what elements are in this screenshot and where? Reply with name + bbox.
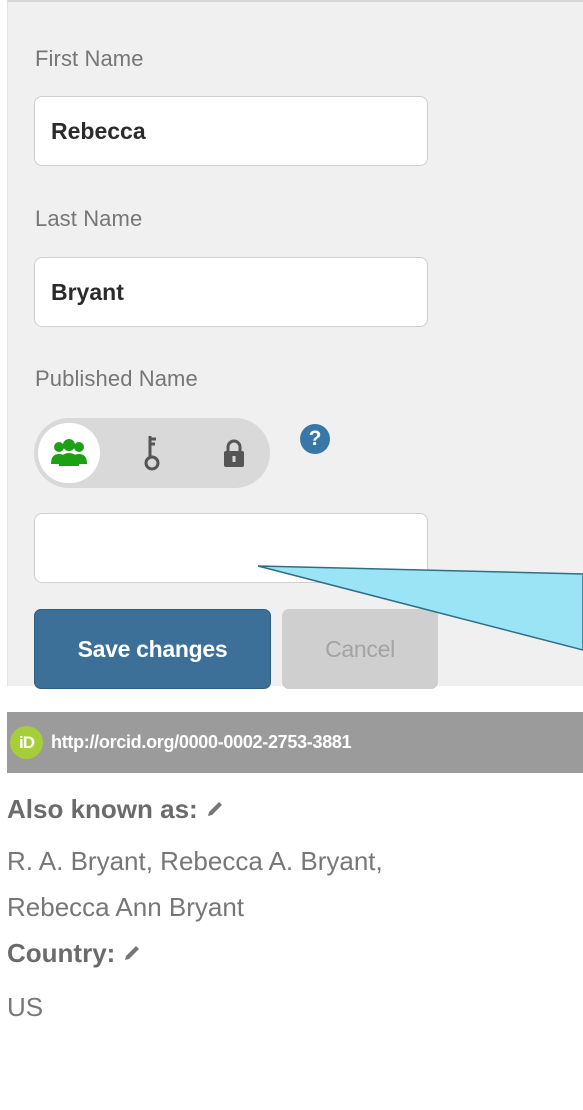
country-heading: Country: bbox=[7, 938, 141, 969]
last-name-input[interactable] bbox=[34, 257, 428, 327]
last-name-label: Last Name bbox=[35, 206, 143, 231]
orcid-id-bar: iD http://orcid.org/0000-0002-2753-3881 bbox=[7, 712, 583, 773]
everyone-icon bbox=[51, 439, 87, 466]
privacy-everyone-option[interactable] bbox=[34, 418, 104, 488]
also-known-as-heading: Also known as: bbox=[7, 794, 224, 825]
key-icon bbox=[144, 436, 160, 471]
orcid-url-link[interactable]: http://orcid.org/0000-0002-2753-3881 bbox=[51, 732, 352, 753]
also-known-as-line-1: R. A. Bryant, Rebecca A. Bryant, bbox=[7, 846, 383, 876]
save-changes-button[interactable]: Save changes bbox=[34, 609, 271, 689]
published-name-label: Published Name bbox=[35, 366, 198, 391]
orcid-logo: iD bbox=[10, 726, 43, 759]
also-known-as-line-2: Rebecca Ann Bryant bbox=[7, 892, 245, 922]
first-name-input[interactable] bbox=[34, 96, 428, 166]
cancel-button[interactable]: Cancel bbox=[282, 609, 438, 689]
country-label: Country: bbox=[7, 938, 116, 968]
also-known-as-label: Also known as: bbox=[7, 794, 198, 824]
published-name-input[interactable] bbox=[34, 513, 428, 583]
country-value: US bbox=[7, 992, 44, 1022]
privacy-private-option[interactable] bbox=[199, 418, 269, 488]
privacy-selector bbox=[34, 418, 270, 488]
lock-icon bbox=[224, 439, 244, 467]
edit-pencil-icon[interactable] bbox=[206, 794, 224, 825]
first-name-label: First Name bbox=[35, 46, 144, 71]
privacy-trusted-option[interactable] bbox=[117, 418, 187, 488]
edit-pencil-icon[interactable] bbox=[123, 938, 141, 969]
help-icon[interactable]: ? bbox=[300, 424, 330, 454]
